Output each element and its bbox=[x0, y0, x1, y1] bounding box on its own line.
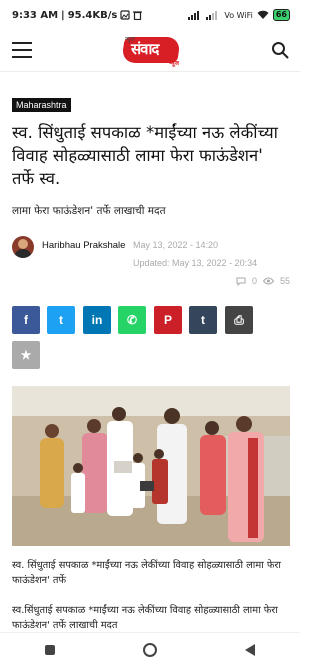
twitter-share-button[interactable]: t bbox=[47, 306, 75, 334]
comment-count: 0 bbox=[251, 276, 257, 286]
article-body: स्व.सिंधुताई सपकाळ *माईंच्या नऊ लेकींच्य… bbox=[12, 605, 278, 631]
recents-button[interactable] bbox=[30, 635, 70, 665]
whatsapp-icon: ✆ bbox=[126, 313, 138, 327]
article-photo bbox=[12, 386, 290, 546]
logo-tag: न्यूज bbox=[169, 60, 179, 67]
avatar[interactable] bbox=[12, 236, 34, 258]
home-icon bbox=[143, 643, 157, 657]
view-count: 55 bbox=[279, 276, 290, 286]
status-speed: 95.4KB/s bbox=[67, 9, 118, 21]
pinterest-share-button[interactable]: P bbox=[154, 306, 182, 334]
back-icon bbox=[245, 644, 255, 656]
back-button[interactable] bbox=[230, 635, 270, 665]
home-button[interactable] bbox=[130, 635, 170, 665]
volte-wifi-label: Vo WiFi bbox=[224, 10, 253, 20]
signal-2-icon bbox=[206, 11, 218, 20]
site-logo[interactable]: संवाद न्यूज न्यूज bbox=[121, 33, 181, 69]
publish-date: May 13, 2022 - 14:20 bbox=[133, 240, 219, 250]
status-time: 9:33 AM bbox=[12, 9, 59, 21]
status-bar: 9:33 AM | 95.4KB/s Vo WiFi 66 bbox=[0, 0, 300, 30]
category-badge[interactable]: Maharashtra bbox=[12, 98, 71, 112]
system-nav-bar bbox=[0, 632, 300, 667]
twitter-icon: t bbox=[59, 313, 63, 327]
linkedin-share-button[interactable]: in bbox=[83, 306, 111, 334]
facebook-icon: f bbox=[24, 313, 28, 327]
facebook-share-button[interactable]: f bbox=[12, 306, 40, 334]
hamburger-menu-icon[interactable] bbox=[12, 42, 32, 58]
signal-icon bbox=[188, 11, 200, 20]
logo-text: संवाद bbox=[131, 40, 159, 58]
comment-icon bbox=[236, 277, 246, 286]
author-name[interactable]: Haribhau Prakshale bbox=[42, 240, 125, 251]
author-row: Haribhau Prakshale May 13, 2022 - 14:20 … bbox=[12, 236, 290, 268]
search-icon[interactable] bbox=[271, 41, 289, 59]
battery-indicator: 66 bbox=[272, 9, 290, 21]
pinterest-icon: P bbox=[163, 313, 172, 327]
updated-date: Updated: May 13, 2022 - 20:34 bbox=[133, 258, 258, 268]
article-stats: 0 55 bbox=[236, 276, 290, 286]
print-icon: ⎙ bbox=[234, 312, 244, 327]
linkedin-icon: in bbox=[91, 313, 103, 327]
site-header: संवाद न्यूज न्यूज bbox=[0, 30, 300, 72]
tumblr-icon: t bbox=[201, 313, 205, 327]
logo-pre: न्यूज bbox=[125, 36, 135, 43]
recents-icon bbox=[45, 645, 55, 655]
tumblr-share-button[interactable]: t bbox=[189, 306, 217, 334]
print-button[interactable]: ⎙ bbox=[225, 306, 253, 334]
eye-icon bbox=[262, 277, 274, 285]
photo-illustration bbox=[12, 386, 290, 546]
article-subtitle: लामा फेरा फाऊंडेशन' तर्फे लाखाची मदत bbox=[12, 205, 166, 217]
wifi-icon bbox=[257, 10, 269, 19]
whatsapp-share-button[interactable]: ✆ bbox=[118, 306, 146, 334]
gallery-icon bbox=[120, 10, 130, 20]
photo-caption: स्व. सिंधुताई सपकाळ *माईंच्या नऊ लेकींच्… bbox=[12, 560, 281, 586]
star-icon: ★ bbox=[20, 348, 32, 362]
favorite-button[interactable]: ★ bbox=[12, 341, 40, 369]
trash-icon bbox=[133, 11, 143, 20]
article-header: Maharashtra स्व. सिंधुताई सपकाळ *माईंच्य… bbox=[12, 93, 290, 218]
article-title: स्व. सिंधुताई सपकाळ *माईंच्या नऊ लेकींच्… bbox=[12, 123, 278, 188]
